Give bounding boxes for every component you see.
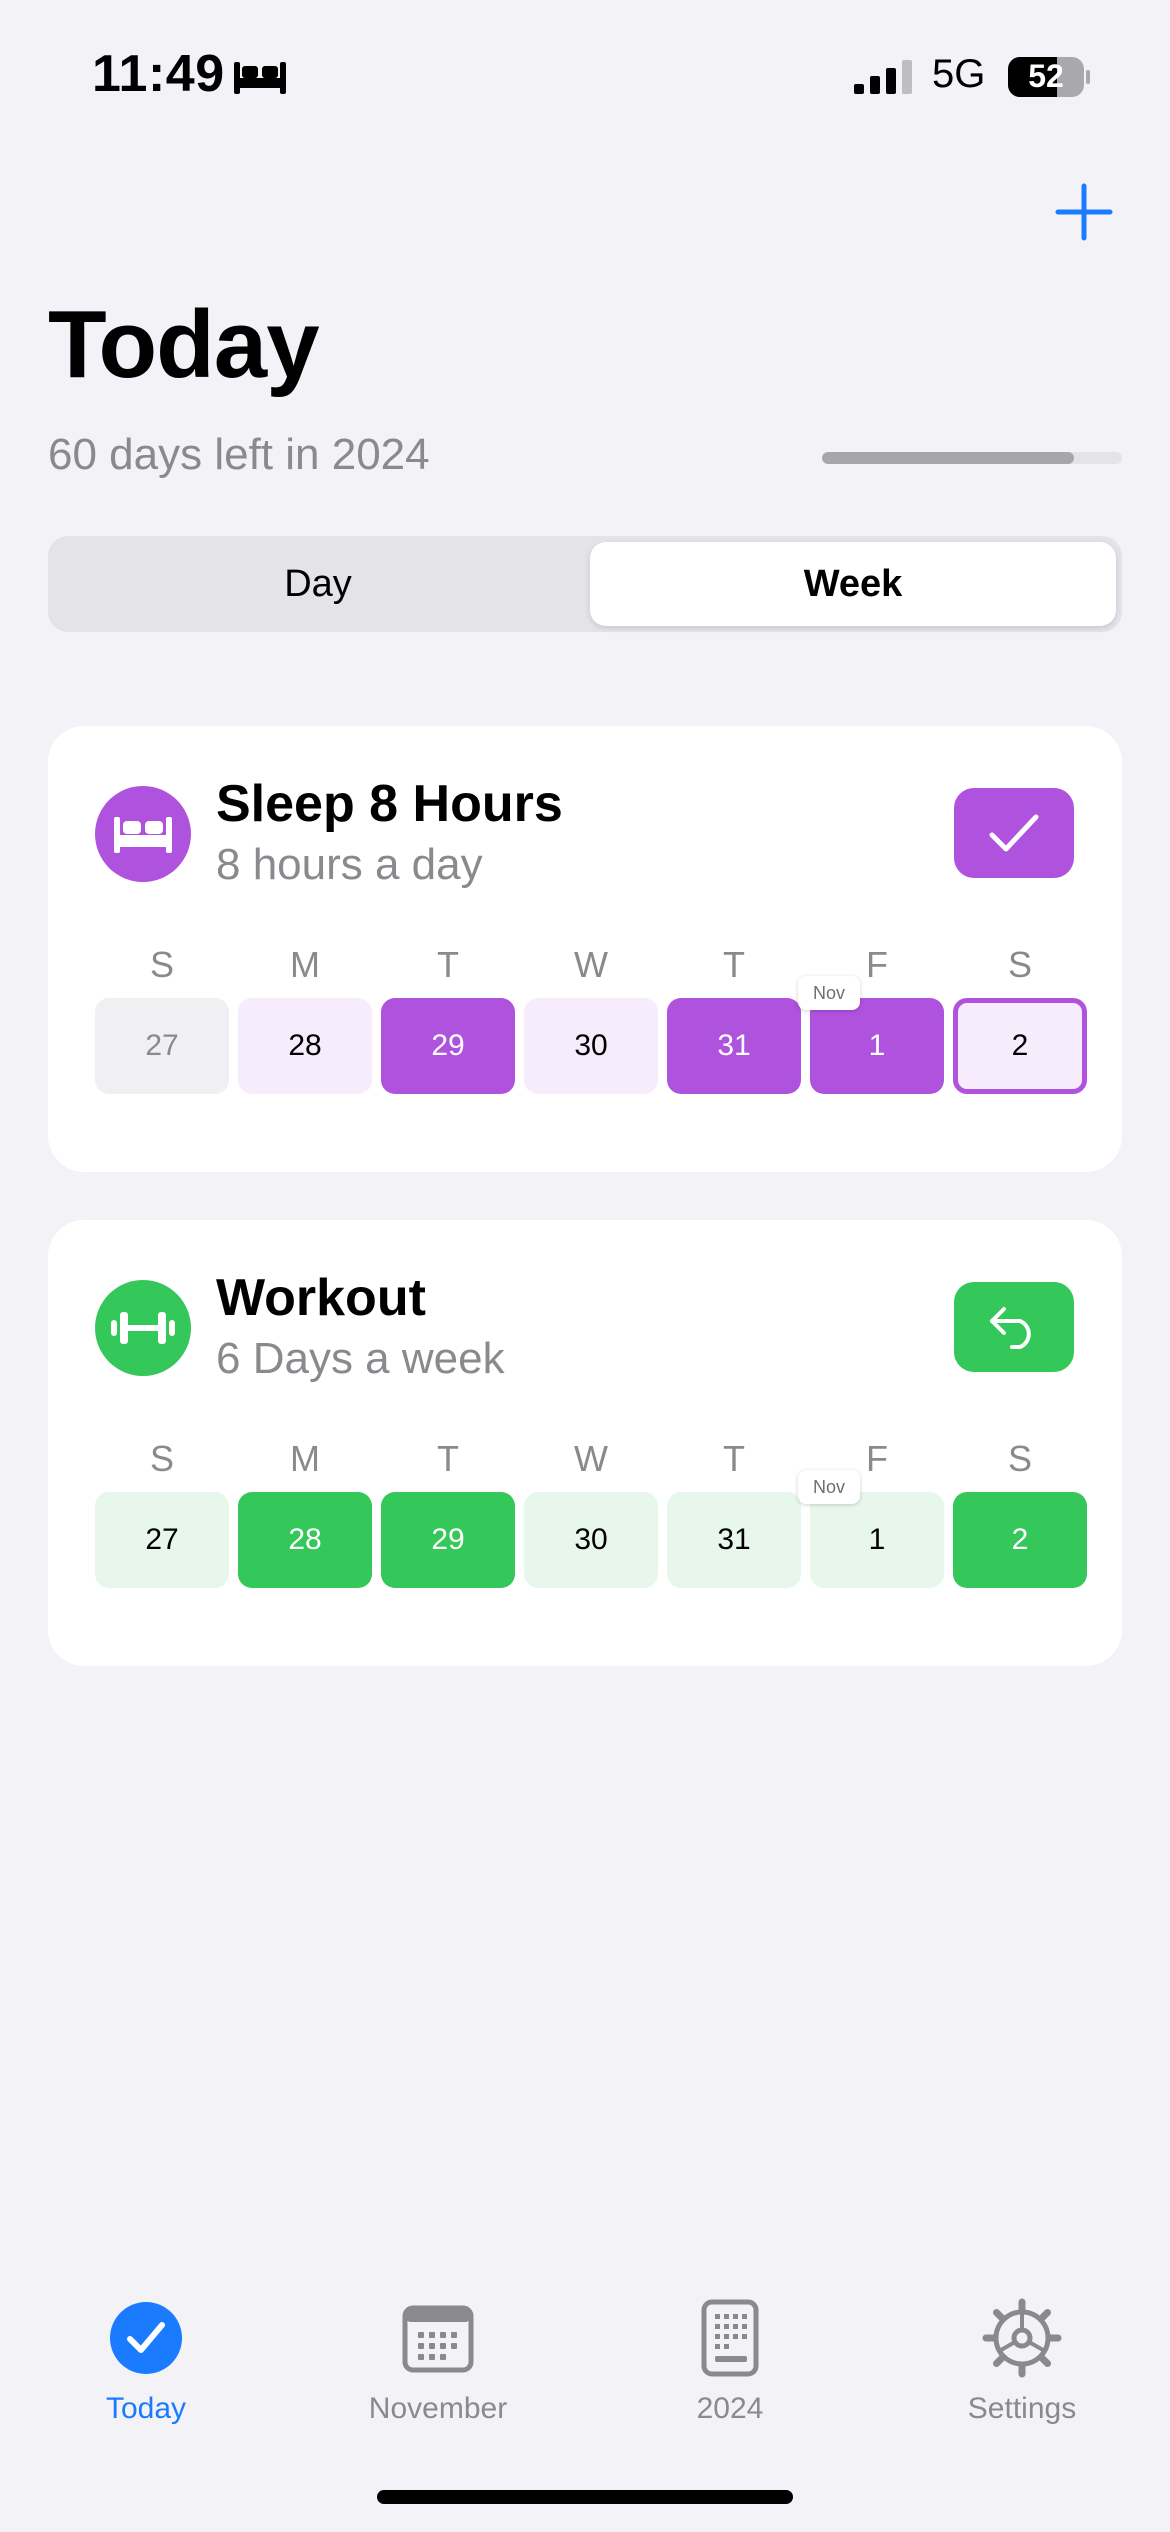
tab-november[interactable]: November (338, 2298, 538, 2426)
year-progress-fill (822, 452, 1074, 464)
habit-card-sleep[interactable]: Sleep 8 Hours 8 hours a day SMTWTFS 27 28… (48, 726, 1122, 1172)
day-cell[interactable]: 2 (953, 1492, 1087, 1588)
tab-label: Settings (967, 2392, 1077, 2425)
battery-percentage: 52 (1028, 58, 1064, 94)
tab-today[interactable]: Today (46, 2298, 246, 2426)
tab-label: Today (105, 2392, 187, 2425)
weekday-label: T (723, 944, 745, 985)
checkmark-circle-icon (110, 2302, 182, 2374)
day-cell[interactable]: 1 (810, 998, 944, 1094)
add-habit-button[interactable] (1052, 180, 1116, 244)
weekday-label: M (290, 1438, 320, 1479)
habit-frequency: 8 hours a day (216, 840, 483, 889)
habit-title: Sleep 8 Hours (216, 775, 563, 833)
week-day-row: 27 28 29 30 31 1 Nov 2 (95, 1470, 1138, 1588)
month-marker-badge: Nov (798, 1470, 860, 1504)
weekday-label: T (437, 1438, 459, 1479)
weekday-label: S (149, 1438, 174, 1479)
undo-completion-button[interactable] (954, 1282, 1074, 1372)
day-cell[interactable]: 31 (667, 1492, 801, 1588)
home-indicator (377, 2490, 793, 2504)
day-cell[interactable]: 1 (810, 1492, 944, 1588)
day-cell[interactable]: 29 (381, 1492, 515, 1588)
segment-day[interactable]: Day (54, 542, 582, 626)
tab-label: 2024 (696, 2392, 764, 2425)
day-cell[interactable]: 29 (381, 998, 515, 1094)
calendar-year-icon (701, 2299, 759, 2377)
day-cell[interactable]: 2 (953, 998, 1087, 1094)
day-cell[interactable]: 27 (95, 998, 229, 1094)
habit-card-workout[interactable]: Workout 6 Days a week SMTWTFS 27 28 29 30 31… (48, 1220, 1122, 1666)
weekday-header: SMTWTFS (95, 1438, 1138, 1482)
view-mode-segmented-control: Day Week (48, 536, 1122, 632)
sleep-focus-icon (234, 62, 286, 94)
battery-indicator: 52 (1007, 55, 1091, 99)
weekday-label: M (290, 944, 320, 985)
habit-title: Workout (216, 1269, 426, 1327)
checkmark-icon (989, 814, 1039, 852)
segment-week[interactable]: Week (590, 542, 1116, 626)
day-cell[interactable]: 30 (524, 1492, 658, 1588)
day-cell[interactable]: 30 (524, 998, 658, 1094)
calendar-month-icon (402, 2305, 474, 2373)
year-progress-bar (822, 452, 1122, 464)
day-cell[interactable]: 27 (95, 1492, 229, 1588)
habit-frequency: 6 Days a week (216, 1334, 505, 1383)
page-title: Today (48, 291, 320, 398)
weekday-label: S (1007, 944, 1032, 985)
weekday-label: S (149, 944, 174, 985)
day-cell[interactable]: 28 (238, 1492, 372, 1588)
weekday-label: T (723, 1438, 745, 1479)
weekday-label: W (574, 944, 608, 985)
weekday-label: T (437, 944, 459, 985)
week-day-row: 27 28 29 30 31 1 Nov 2 (95, 976, 1138, 1094)
weekday-label: S (1007, 1438, 1032, 1479)
day-cell[interactable]: 28 (238, 998, 372, 1094)
undo-arrow-icon (990, 1307, 1031, 1349)
month-marker-badge: Nov (798, 976, 860, 1010)
bed-icon (95, 786, 191, 882)
weekday-header: SMTWTFS (95, 944, 1138, 988)
cellular-signal-icon (854, 60, 912, 94)
weekday-label: W (574, 1438, 608, 1479)
day-cell[interactable]: 31 (667, 998, 801, 1094)
dumbbell-icon (95, 1280, 191, 1376)
status-time: 11:49 (92, 45, 225, 103)
tab-label: November (368, 2392, 508, 2425)
tab-settings[interactable]: Settings (922, 2298, 1122, 2426)
days-left-label: 60 days left in 2024 (48, 430, 430, 479)
network-type: 5G (932, 52, 986, 96)
gear-icon (982, 2298, 1062, 2378)
tab-year[interactable]: 2024 (630, 2298, 830, 2426)
complete-habit-button[interactable] (954, 788, 1074, 878)
